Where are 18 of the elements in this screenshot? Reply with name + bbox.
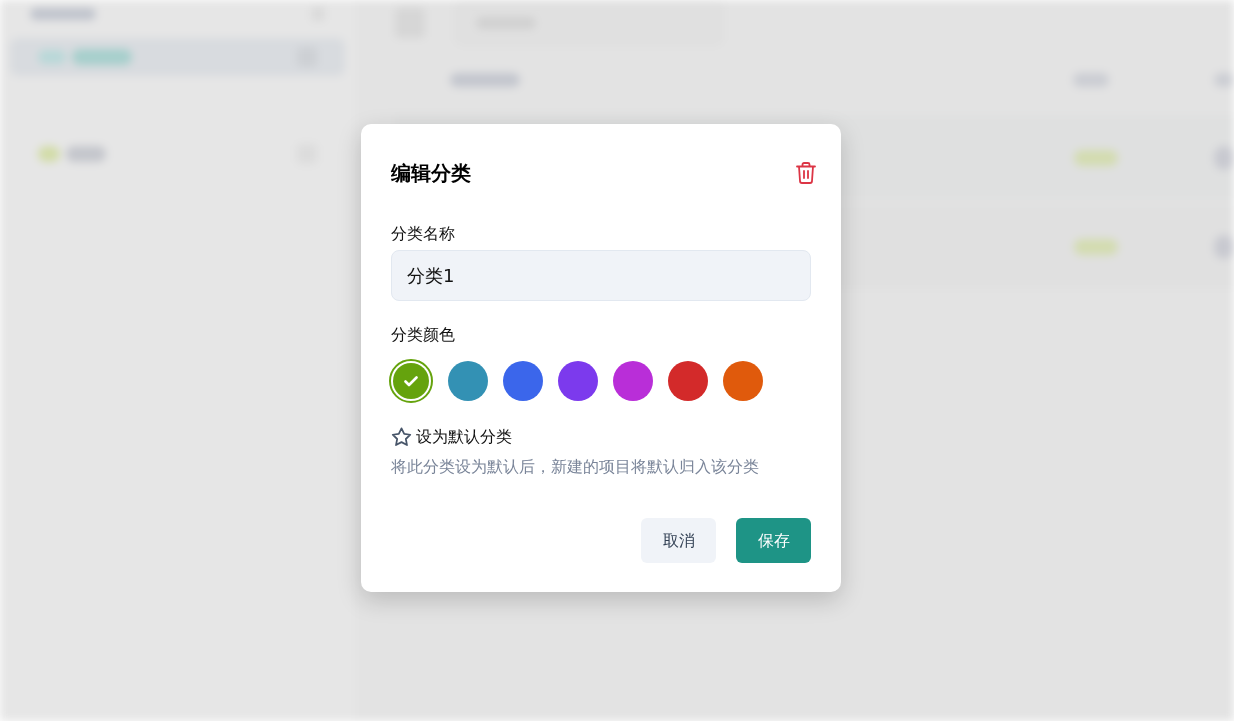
- save-button[interactable]: 保存: [736, 518, 811, 563]
- default-description: 将此分类设为默认后，新建的项目将默认归入该分类: [391, 456, 759, 478]
- color-swatch[interactable]: [448, 361, 488, 401]
- checkmark-icon: [404, 375, 418, 387]
- color-swatch[interactable]: [558, 361, 598, 401]
- trash-icon: [796, 162, 816, 184]
- color-swatch[interactable]: [503, 361, 543, 401]
- color-swatch[interactable]: [668, 361, 708, 401]
- field-label: 分类颜色: [391, 324, 455, 346]
- color-swatch[interactable]: [723, 361, 763, 401]
- star-icon: [391, 427, 412, 447]
- cancel-button[interactable]: 取消: [641, 518, 716, 563]
- dialog-title: 编辑分类: [391, 160, 471, 187]
- color-swatch[interactable]: [613, 361, 653, 401]
- field-label: 分类名称: [391, 223, 455, 245]
- set-default-toggle[interactable]: 设为默认分类: [391, 425, 512, 449]
- color-swatch[interactable]: [389, 359, 433, 403]
- category-name-input[interactable]: 分类1: [391, 250, 811, 301]
